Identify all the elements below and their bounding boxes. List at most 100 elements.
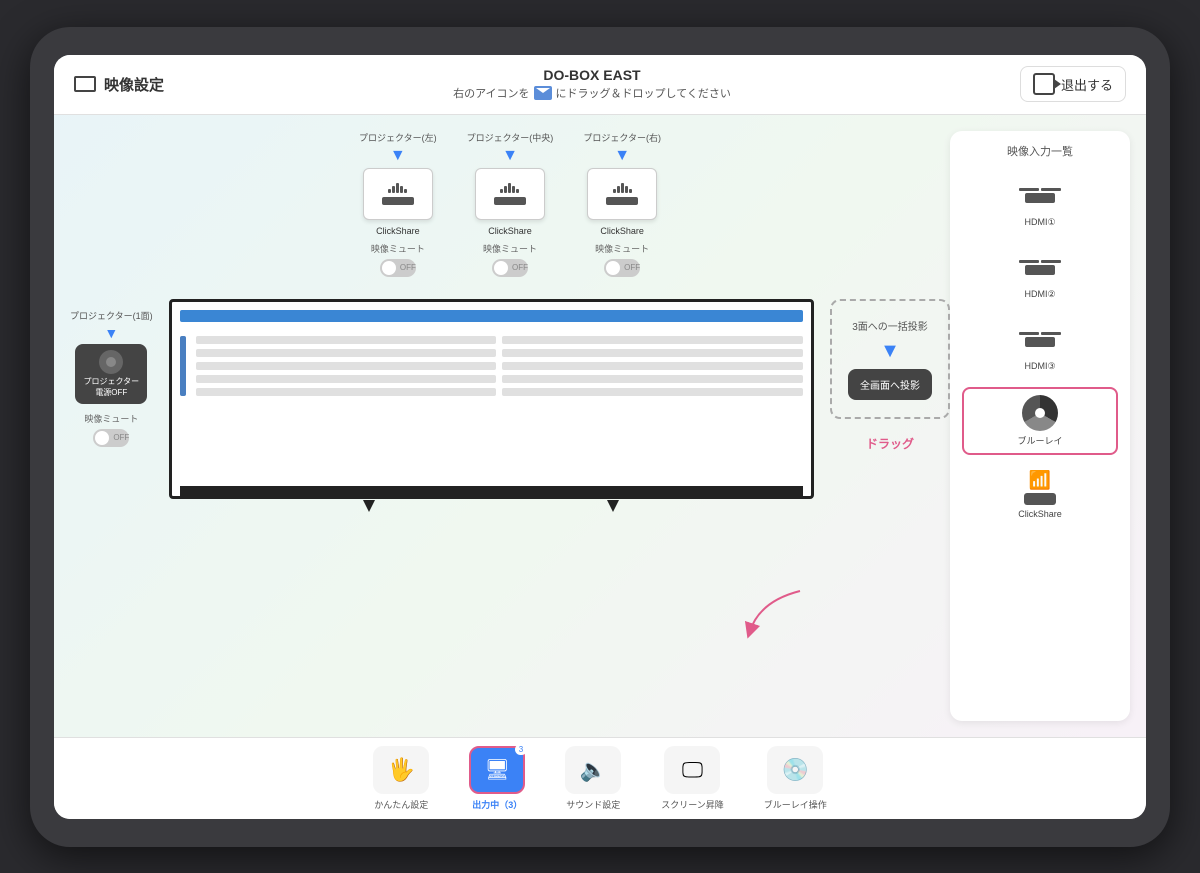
right-panel: 映像入力一覧 HDMI①: [950, 131, 1130, 721]
disc-icon: 💿: [782, 757, 809, 783]
right-side-area: 3面への一括投影 ▼ 全画面へ投影 ドラッグ: [830, 299, 950, 452]
hdmi3-label: HDMI③: [1024, 361, 1055, 372]
sound-icon: 🔈: [580, 757, 607, 783]
clickshare-device-icon: 📶: [1015, 470, 1065, 506]
nav-output[interactable]: 🖥 3 出力中（3）: [469, 746, 525, 811]
nav-output-badge: 3: [515, 744, 527, 755]
exit-icon: [1033, 73, 1055, 95]
nav-output-icon-bg: 🖥 3: [469, 746, 525, 794]
page-title: 映像設定: [104, 74, 164, 95]
hdmi2-label: HDMI②: [1024, 289, 1055, 300]
full-screen-btn[interactable]: 全画面へ投影: [848, 369, 932, 400]
center-area: プロジェクター(1面) ▼ プロジェクター電源OFF 映像ミュート OFF: [70, 289, 950, 721]
nav-screen-label: スクリーン昇降: [661, 798, 724, 811]
input-hdmi1[interactable]: HDMI①: [962, 171, 1118, 235]
toggle-1men[interactable]: OFF: [93, 429, 129, 447]
mute-row-2: 映像ミュート: [595, 242, 649, 255]
clickshare-icon-1: [494, 183, 526, 205]
projectors-row: プロジェクター(左) ▼: [70, 131, 950, 277]
bottom-nav: 🖐 かんたん設定 🖥 3 出力中（3） 🔈 サウンド設定 🖵: [54, 737, 1146, 819]
bluray-label: ブルーレイ: [1017, 434, 1062, 447]
input-clickshare[interactable]: 📶 ClickShare: [962, 463, 1118, 526]
nav-sound-icon-bg: 🔈: [565, 746, 621, 794]
mute-label-1men: 映像ミュート: [84, 412, 138, 425]
device-box-2[interactable]: [587, 168, 657, 220]
header: 映像設定 DO-BOX EAST 右のアイコンを にドラッグ＆ドロップしてくださ…: [54, 55, 1146, 115]
input-hdmi3[interactable]: HDMI③: [962, 315, 1118, 379]
header-subtitle: 右のアイコンを にドラッグ＆ドロップしてください: [453, 85, 731, 101]
tablet-screen: 映像設定 DO-BOX EAST 右のアイコンを にドラッグ＆ドロップしてくださ…: [54, 55, 1146, 819]
nav-bluray-label: ブルーレイ操作: [764, 798, 827, 811]
projector-label-1: プロジェクター(中央): [467, 131, 554, 144]
device-box-1[interactable]: [475, 168, 545, 220]
projector-1men-label: プロジェクター(1面): [70, 309, 153, 322]
mail-icon: [534, 86, 552, 100]
nav-bluray[interactable]: 💿 ブルーレイ操作: [764, 746, 827, 811]
device-name-2: ClickShare: [600, 226, 644, 236]
toggle-0[interactable]: OFF: [380, 259, 416, 277]
projector-1men-box[interactable]: プロジェクター電源OFF: [75, 344, 147, 404]
bulk-projection: 3面への一括投影 ▼ 全画面へ投影: [830, 299, 950, 419]
drag-label: ドラッグ: [866, 435, 914, 452]
hdmi3-icon: [1015, 322, 1065, 358]
left-panel: プロジェクター(左) ▼: [70, 131, 950, 721]
nav-screen[interactable]: 🖵 スクリーン昇降: [661, 746, 724, 811]
hdmi1-label: HDMI①: [1024, 217, 1055, 228]
projector-1men: プロジェクター(1面) ▼ プロジェクター電源OFF 映像ミュート OFF: [70, 309, 153, 447]
hdmi1-icon: [1015, 178, 1065, 214]
clickshare-icon-0: [382, 183, 414, 205]
hdmi2-icon: [1015, 250, 1065, 286]
toggle-2[interactable]: OFF: [604, 259, 640, 277]
arrow-1men: ▼: [104, 326, 118, 340]
exit-button[interactable]: 退出する: [1020, 66, 1126, 102]
screen-top-bar: [180, 310, 803, 322]
projector-item-center: プロジェクター(中央) ▼: [467, 131, 554, 277]
screen-bottom-bar: [180, 486, 803, 496]
projector-1men-name: プロジェクター電源OFF: [83, 376, 139, 398]
mute-row-1: 映像ミュート: [483, 242, 537, 255]
bulk-arrow: ▼: [880, 341, 900, 361]
nav-easy-label: かんたん設定: [374, 798, 428, 811]
monitor-icon: 🖥: [485, 757, 510, 782]
device-name-1: ClickShare: [488, 226, 532, 236]
exit-label: 退出する: [1061, 75, 1113, 94]
nav-output-label: 出力中（3）: [472, 798, 522, 811]
toggle-1[interactable]: OFF: [492, 259, 528, 277]
clickshare-label: ClickShare: [1018, 509, 1062, 519]
mute-row-0: 映像ミュート: [371, 242, 425, 255]
projector-label-0: プロジェクター(左): [359, 131, 437, 144]
nav-sound[interactable]: 🔈 サウンド設定: [565, 746, 621, 811]
app-title: DO-BOX EAST: [453, 67, 731, 83]
bulk-label: 3面への一括投影: [852, 318, 928, 333]
nav-bluray-icon-bg: 💿: [767, 746, 823, 794]
camera-icon: [99, 350, 123, 374]
screen-leg-right: [607, 500, 619, 512]
screen-leg-left: [363, 500, 375, 512]
nav-easy-icon-bg: 🖐: [373, 746, 429, 794]
nav-screen-icon-bg: 🖵: [664, 746, 720, 794]
screen-up-icon: 🖵: [682, 757, 703, 783]
header-right: 退出する: [1020, 66, 1126, 102]
projector-label-2: プロジェクター(右): [583, 131, 661, 144]
screen-icon: [74, 76, 96, 92]
screen-area: [169, 299, 814, 499]
hand-icon: 🖐: [388, 757, 415, 783]
input-bluray[interactable]: ブルーレイ: [962, 387, 1118, 455]
main-content: プロジェクター(左) ▼: [54, 115, 1146, 737]
header-left: 映像設定: [74, 74, 164, 95]
header-center: DO-BOX EAST 右のアイコンを にドラッグ＆ドロップしてください: [453, 67, 731, 101]
arrow-down-0: ▼: [390, 148, 406, 164]
device-box-0[interactable]: [363, 168, 433, 220]
arrow-down-2: ▼: [614, 148, 630, 164]
device-name-0: ClickShare: [376, 226, 420, 236]
nav-sound-label: サウンド設定: [566, 798, 620, 811]
screen-display: [169, 299, 814, 499]
bluray-icon: [1015, 395, 1065, 431]
projector-item-left: プロジェクター(左) ▼: [359, 131, 437, 277]
right-panel-title: 映像入力一覧: [962, 143, 1118, 159]
nav-easy-setup[interactable]: 🖐 かんたん設定: [373, 746, 429, 811]
screen-columns: [172, 328, 811, 404]
arrow-down-1: ▼: [502, 148, 518, 164]
projector-item-right: プロジェクター(右) ▼: [583, 131, 661, 277]
input-hdmi2[interactable]: HDMI②: [962, 243, 1118, 307]
